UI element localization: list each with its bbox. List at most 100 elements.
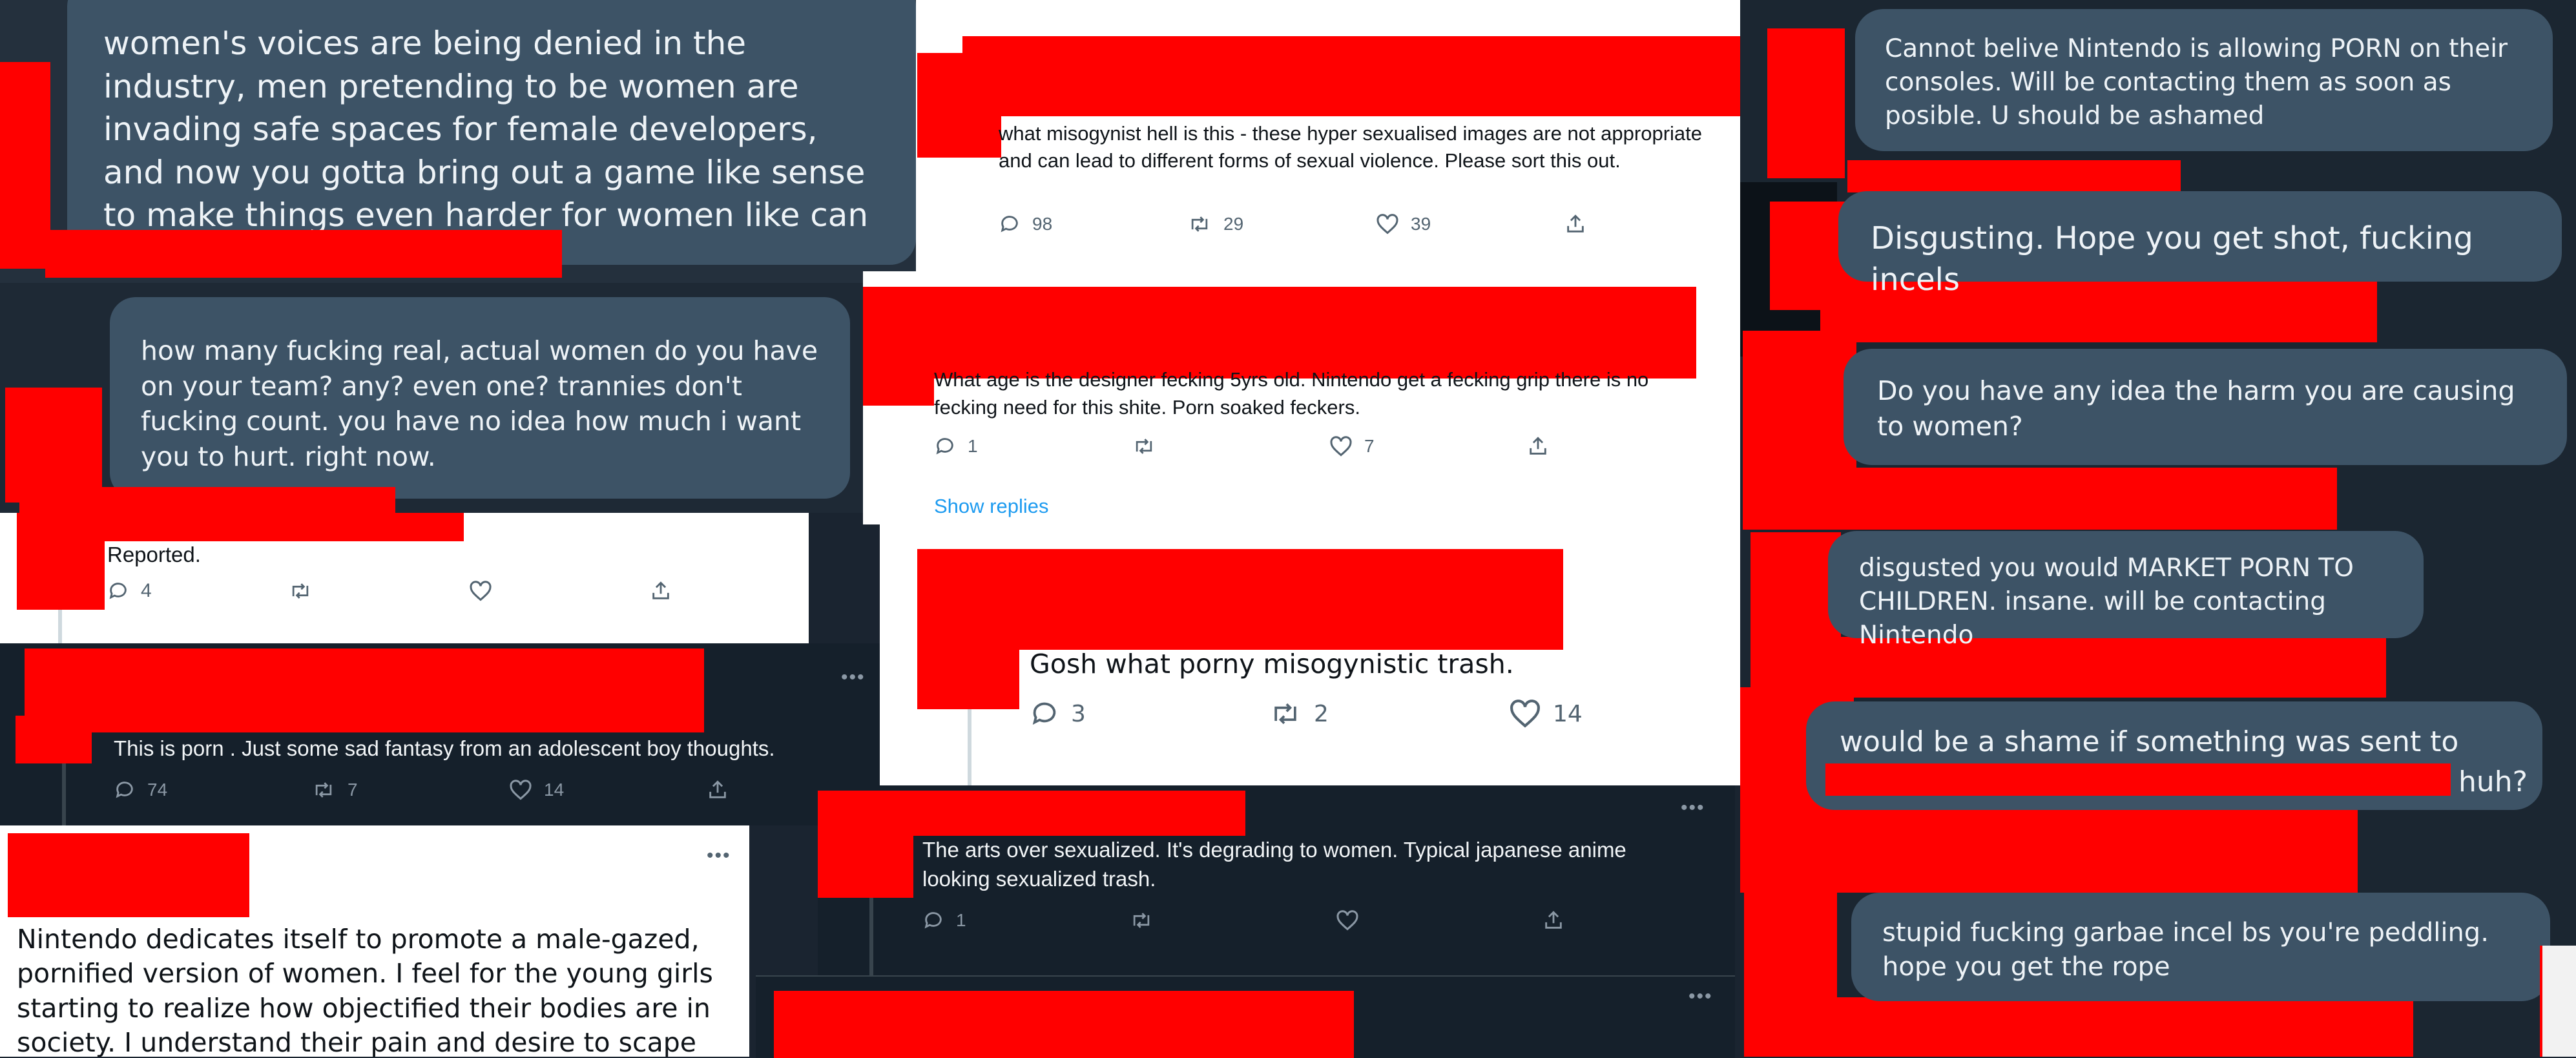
retweet-button[interactable]: 2 bbox=[1269, 699, 1509, 729]
screenshot-panel-2: how many fucking real, actual women do y… bbox=[0, 283, 864, 513]
redaction-block bbox=[1767, 28, 1845, 178]
retweet-button[interactable]: 29 bbox=[1187, 213, 1376, 235]
redaction-block bbox=[1825, 763, 2451, 796]
like-count: 14 bbox=[544, 780, 565, 800]
heart-icon bbox=[510, 780, 532, 800]
like-count: 39 bbox=[1411, 214, 1431, 234]
like-count: 7 bbox=[1364, 436, 1375, 456]
reply-count: 98 bbox=[1032, 214, 1053, 234]
retweet-icon bbox=[1136, 439, 1152, 454]
retweet-icon bbox=[1274, 703, 1296, 725]
reply-thread-line bbox=[968, 709, 971, 785]
like-button[interactable] bbox=[469, 580, 650, 602]
reply-button[interactable]: 98 bbox=[999, 213, 1187, 235]
tweet-text: The arts over sexualized. It's degrading… bbox=[922, 838, 1626, 891]
share-icon bbox=[1530, 437, 1546, 455]
redaction-block bbox=[8, 833, 249, 917]
reply-thread-line bbox=[869, 898, 873, 975]
retweet-button[interactable]: 7 bbox=[311, 779, 509, 801]
scrollbar[interactable] bbox=[2540, 946, 2576, 1057]
show-replies-link[interactable]: Show replies bbox=[934, 495, 1048, 518]
redaction-block bbox=[19, 487, 395, 513]
redaction-block bbox=[863, 287, 934, 406]
share-icon bbox=[1545, 911, 1562, 929]
like-button[interactable]: 14 bbox=[509, 779, 707, 801]
share-button[interactable] bbox=[1527, 435, 1549, 457]
message-bubble: would be a shame if something was sent t… bbox=[1806, 701, 2542, 810]
share-button[interactable] bbox=[1542, 909, 1564, 931]
reply-button[interactable]: 1 bbox=[934, 435, 1132, 457]
share-icon bbox=[709, 780, 726, 798]
tweet-actions: 74 7 14 bbox=[114, 779, 729, 801]
message-bubble: Cannot belive Nintendo is allowing PORN … bbox=[1855, 9, 2553, 151]
share-icon bbox=[652, 581, 669, 599]
reply-icon bbox=[1001, 216, 1018, 233]
share-button[interactable] bbox=[650, 580, 672, 602]
message-bubble: Do you have any idea the harm you are ca… bbox=[1844, 349, 2567, 465]
screenshot-panel-7: What age is the designer fecking 5yrs ol… bbox=[863, 271, 1740, 524]
redaction-block bbox=[1847, 160, 2181, 192]
tweet-actions: 3 2 14 bbox=[1030, 699, 1583, 729]
tweet-actions: 1 7 bbox=[934, 435, 1549, 457]
like-button[interactable]: 7 bbox=[1329, 435, 1527, 457]
heart-icon bbox=[1330, 436, 1352, 457]
redaction-block bbox=[45, 230, 562, 278]
reply-count: 3 bbox=[1071, 700, 1086, 727]
message-bubble: women's voices are being denied in the i… bbox=[67, 0, 916, 277]
redaction-block bbox=[1740, 810, 2358, 893]
like-button[interactable] bbox=[1336, 909, 1542, 931]
redaction-block bbox=[962, 36, 1766, 116]
retweet-icon bbox=[315, 782, 332, 798]
tweet-actions: 98 29 39 bbox=[999, 213, 1586, 235]
redaction-block bbox=[17, 532, 105, 610]
like-button[interactable]: 14 bbox=[1509, 699, 1583, 729]
more-options-icon[interactable]: ••• bbox=[1688, 986, 1713, 1008]
heart-icon bbox=[470, 581, 492, 601]
reply-thread-line bbox=[62, 763, 66, 825]
more-options-icon[interactable]: ••• bbox=[1681, 797, 1705, 819]
message-bubble: how many fucking real, actual women do y… bbox=[110, 297, 850, 499]
redaction-block bbox=[774, 991, 1354, 1058]
screenshot-panel-9: ••• The arts over sexualized. It's degra… bbox=[818, 785, 1735, 975]
redaction-block bbox=[25, 648, 704, 732]
redaction-block bbox=[917, 549, 1019, 709]
tweet-text: This is porn . Just some sad fantasy fro… bbox=[114, 736, 775, 760]
like-button[interactable]: 39 bbox=[1376, 213, 1564, 235]
reply-icon bbox=[936, 438, 953, 455]
reply-count: 74 bbox=[147, 780, 168, 800]
retweet-button[interactable] bbox=[1132, 435, 1329, 457]
message-bubble: Disgusting. Hope you get shot, fucking i… bbox=[1838, 191, 2562, 298]
retweet-button[interactable] bbox=[288, 580, 469, 602]
share-button[interactable] bbox=[707, 779, 729, 801]
reply-button[interactable]: 1 bbox=[922, 909, 1129, 931]
reply-thread-line bbox=[58, 610, 62, 643]
screenshot-panel-1: women's voices are being denied in the i… bbox=[0, 0, 916, 283]
message-text-line-2: huh? bbox=[2458, 765, 2528, 798]
message-text-line-1: would be a shame if something was sent t… bbox=[1840, 725, 2459, 758]
share-button[interactable] bbox=[1564, 213, 1586, 235]
redaction-block bbox=[917, 53, 1001, 158]
message-text: Do you have any idea the harm you are ca… bbox=[1877, 375, 2515, 442]
reply-button[interactable]: 4 bbox=[107, 580, 288, 602]
reply-count: 1 bbox=[956, 910, 966, 930]
retweet-icon bbox=[1191, 216, 1208, 232]
reply-button[interactable]: 3 bbox=[1030, 699, 1269, 729]
more-options-icon[interactable]: ••• bbox=[707, 845, 731, 867]
screenshot-panel-10: ••• bbox=[756, 975, 1735, 1058]
message-text: stupid fucking garbae incel bs you're pe… bbox=[1882, 918, 2489, 982]
reply-count: 1 bbox=[968, 436, 978, 456]
screenshot-panel-3: Reported. 4 bbox=[0, 513, 809, 643]
more-options-icon[interactable]: ••• bbox=[841, 667, 866, 689]
reply-icon bbox=[116, 782, 133, 798]
retweet-button[interactable] bbox=[1129, 909, 1336, 931]
reply-button[interactable]: 74 bbox=[114, 779, 311, 801]
screenshot-panel-8: Gosh what porny misogynistic trash. 3 2 … bbox=[880, 524, 1740, 785]
tweet-actions: 1 bbox=[922, 909, 1564, 931]
tweet-text: Reported. bbox=[107, 543, 201, 566]
reply-icon bbox=[924, 912, 942, 929]
screenshot-panel-5: ••• Nintendo dedicates itself to promote… bbox=[0, 825, 749, 1057]
heart-icon bbox=[1336, 910, 1358, 931]
redaction-block bbox=[1743, 468, 2337, 530]
redaction-block bbox=[863, 287, 1696, 379]
retweet-count: 29 bbox=[1223, 214, 1244, 234]
